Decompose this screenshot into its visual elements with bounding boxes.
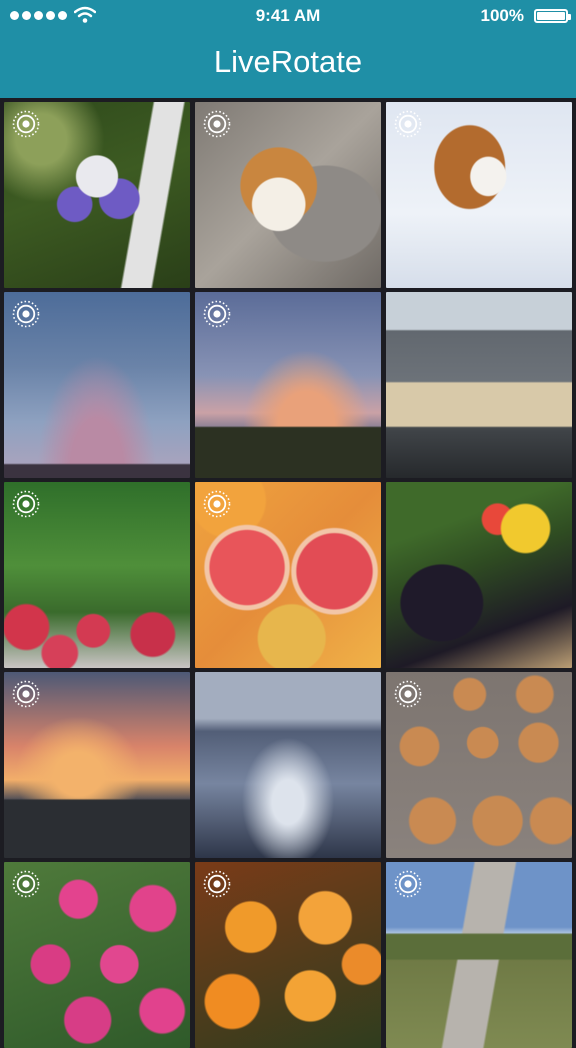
status-bar: 9:41 AM 100% — [0, 0, 576, 32]
nav-bar: 9:41 AM 100% LiveRotate — [0, 0, 576, 98]
photo-thumbnail[interactable] — [4, 862, 190, 1048]
app-title: LiveRotate — [213, 44, 363, 79]
live-photo-icon — [203, 870, 231, 898]
live-photo-icon — [12, 300, 40, 328]
photo-thumbnail[interactable] — [195, 672, 381, 858]
live-photo-icon — [394, 680, 422, 708]
live-photo-icon — [203, 110, 231, 138]
live-photo-icon — [394, 870, 422, 898]
photo-thumbnail[interactable] — [195, 292, 381, 478]
battery-percentage: 100% — [480, 6, 524, 25]
photo-thumbnail[interactable] — [4, 292, 190, 478]
photo-thumbnail[interactable] — [4, 482, 190, 668]
photo-thumbnail[interactable] — [386, 102, 572, 288]
live-photo-icon — [12, 870, 40, 898]
battery-icon — [534, 9, 571, 23]
photo-thumbnail[interactable] — [386, 292, 572, 478]
photo-thumbnail[interactable] — [386, 482, 572, 668]
photo-thumbnail[interactable] — [195, 482, 381, 668]
photo-thumbnail[interactable] — [386, 862, 572, 1048]
live-photo-icon — [12, 490, 40, 518]
photo-thumbnail[interactable] — [386, 672, 572, 858]
live-photo-icon — [12, 680, 40, 708]
live-photo-icon — [203, 490, 231, 518]
photo-grid — [4, 102, 572, 1048]
photo-thumbnail[interactable] — [195, 102, 381, 288]
photo-thumbnail[interactable] — [4, 102, 190, 288]
live-photo-icon — [394, 110, 422, 138]
photo-thumbnail[interactable] — [195, 862, 381, 1048]
photo-thumbnail[interactable] — [4, 672, 190, 858]
live-photo-icon — [203, 300, 231, 328]
live-photo-icon — [12, 110, 40, 138]
